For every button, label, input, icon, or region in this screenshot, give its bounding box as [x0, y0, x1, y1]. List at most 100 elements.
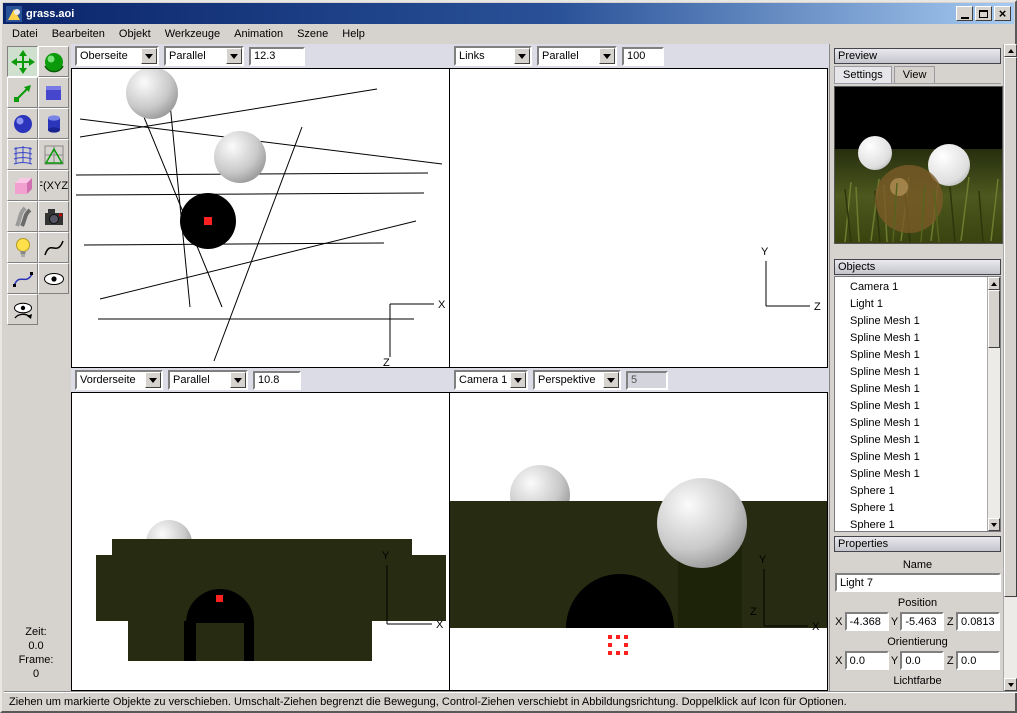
spline-curve-icon: [12, 271, 33, 287]
object-list-scrollbar[interactable]: [987, 277, 1000, 531]
projection-select[interactable]: Parallel: [168, 370, 248, 390]
object-list-item[interactable]: Spline Mesh 1: [835, 330, 987, 347]
object-list-item[interactable]: Light 1: [835, 296, 987, 313]
viewport-controls-bottom-left: Vorderseite Parallel: [71, 370, 450, 390]
triangle-mesh-icon: [44, 145, 63, 164]
menu-animation[interactable]: Animation: [227, 26, 290, 42]
object-list-item[interactable]: Spline Mesh 1: [835, 432, 987, 449]
scale-tool-button[interactable]: [7, 77, 38, 108]
selected-light-handle[interactable]: [608, 635, 628, 655]
view-direction-select[interactable]: Camera 1: [454, 370, 528, 390]
rotate-view-eye-icon: [13, 302, 32, 319]
view-direction-select[interactable]: Links: [454, 46, 532, 66]
object-list-item[interactable]: Spline Mesh 1: [835, 313, 987, 330]
object-list-item[interactable]: Spline Mesh 1: [835, 449, 987, 466]
maximize-button[interactable]: [975, 6, 992, 21]
tool-palette: F(XYZ): [4, 44, 71, 691]
object-list-item[interactable]: Spline Mesh 1: [835, 364, 987, 381]
time-label: Zeit:: [25, 626, 47, 638]
menu-datei[interactable]: Datei: [5, 26, 45, 42]
viewport-top-view[interactable]: X Z: [71, 68, 450, 368]
viewport-camera-view[interactable]: Y Z X: [449, 392, 828, 691]
create-box-tool-button[interactable]: [38, 77, 69, 108]
scroll-down-arrow-icon[interactable]: [1004, 678, 1017, 691]
create-curve-tool-button[interactable]: [38, 232, 69, 263]
object-list-item[interactable]: Camera 1: [835, 279, 987, 296]
projection-select[interactable]: Parallel: [164, 46, 244, 66]
sphere-object[interactable]: [657, 478, 747, 568]
create-cube-tool-button[interactable]: [7, 170, 38, 201]
selected-light-handle[interactable]: [216, 595, 223, 602]
close-button[interactable]: ×: [994, 6, 1011, 21]
view-scale-input[interactable]: [249, 46, 305, 66]
axis-label: Z: [814, 301, 821, 313]
preview-panel-header[interactable]: Preview: [834, 48, 1001, 64]
menu-bearbeiten[interactable]: Bearbeiten: [45, 26, 112, 42]
viewport-left-view[interactable]: Y Z: [449, 68, 828, 368]
tab-view[interactable]: View: [893, 66, 936, 83]
object-list-item[interactable]: Spline Mesh 1: [835, 347, 987, 364]
create-triangle-mesh-tool-button[interactable]: [38, 139, 69, 170]
create-spline-curve-tool-button[interactable]: [7, 263, 38, 294]
chevron-down-icon: [230, 372, 246, 388]
viewport-front-view[interactable]: Y X: [71, 392, 450, 691]
minimize-button[interactable]: [956, 6, 973, 21]
app-icon: [6, 5, 22, 22]
create-spline-mesh-tool-button[interactable]: [7, 139, 38, 170]
scrollbar-thumb[interactable]: [1004, 57, 1017, 597]
chevron-down-icon: [603, 372, 619, 388]
position-z-input[interactable]: [956, 612, 1001, 631]
spline-mesh-icon: [13, 145, 32, 164]
object-list-item[interactable]: Spline Mesh 1: [835, 398, 987, 415]
create-cylinder-tool-button[interactable]: [38, 108, 69, 139]
create-sphere-tool-button[interactable]: [7, 108, 38, 139]
pan-view-tool-button[interactable]: [38, 263, 69, 294]
position-x-input[interactable]: [844, 612, 889, 631]
object-list-item[interactable]: Sphere 1: [835, 517, 987, 531]
objects-panel-header[interactable]: Objects: [834, 259, 1001, 275]
rotate-tool-button[interactable]: [38, 46, 69, 77]
create-tube-tool-button[interactable]: [7, 201, 38, 232]
panel-scrollbar[interactable]: [1003, 44, 1017, 691]
maximize-icon: [979, 9, 988, 18]
titlebar[interactable]: grass.aoi ×: [3, 3, 1014, 24]
view-scale-input[interactable]: [253, 370, 301, 390]
object-list-item[interactable]: Spline Mesh 1: [835, 466, 987, 483]
scroll-down-arrow-icon[interactable]: [988, 518, 1000, 531]
projection-select[interactable]: Parallel: [537, 46, 617, 66]
orientation-z-input[interactable]: [956, 651, 1001, 670]
svg-text:F(XYZ): F(XYZ): [40, 180, 68, 192]
create-light-tool-button[interactable]: [7, 232, 38, 263]
menu-help[interactable]: Help: [335, 26, 372, 42]
preview-tabs: Settings View: [834, 66, 1001, 84]
sphere-object[interactable]: [126, 69, 178, 119]
create-function-tool-button[interactable]: F(XYZ): [38, 170, 69, 201]
projection-select[interactable]: Perspektive: [533, 370, 621, 390]
sphere-object[interactable]: [214, 131, 266, 183]
object-list-item[interactable]: Spline Mesh 1: [835, 381, 987, 398]
orientation-x-input[interactable]: [844, 651, 889, 670]
scroll-up-arrow-icon[interactable]: [988, 277, 1000, 290]
view-direction-value: Camera 1: [459, 374, 508, 386]
view-direction-select[interactable]: Oberseite: [75, 46, 159, 66]
menu-szene[interactable]: Szene: [290, 26, 335, 42]
object-list-item[interactable]: Sphere 1: [835, 483, 987, 500]
object-list-item[interactable]: Spline Mesh 1: [835, 415, 987, 432]
frame-label: Frame:: [18, 654, 54, 666]
scroll-up-arrow-icon[interactable]: [1004, 44, 1017, 57]
menu-objekt[interactable]: Objekt: [112, 26, 158, 42]
tab-settings[interactable]: Settings: [834, 66, 892, 83]
rotate-view-tool-button[interactable]: [7, 294, 38, 325]
view-direction-select[interactable]: Vorderseite: [75, 370, 163, 390]
create-camera-tool-button[interactable]: [38, 201, 69, 232]
properties-panel-header[interactable]: Properties: [834, 536, 1001, 552]
position-y-input[interactable]: [900, 612, 945, 631]
scrollbar-thumb[interactable]: [988, 290, 1000, 348]
object-name-input[interactable]: [835, 573, 1001, 592]
move-tool-button[interactable]: [7, 46, 38, 77]
object-list-item[interactable]: Sphere 1: [835, 500, 987, 517]
orientation-y-input[interactable]: [900, 651, 945, 670]
selected-light-handle[interactable]: [204, 217, 212, 225]
view-scale-input[interactable]: [622, 46, 664, 66]
menu-werkzeuge[interactable]: Werkzeuge: [158, 26, 227, 42]
